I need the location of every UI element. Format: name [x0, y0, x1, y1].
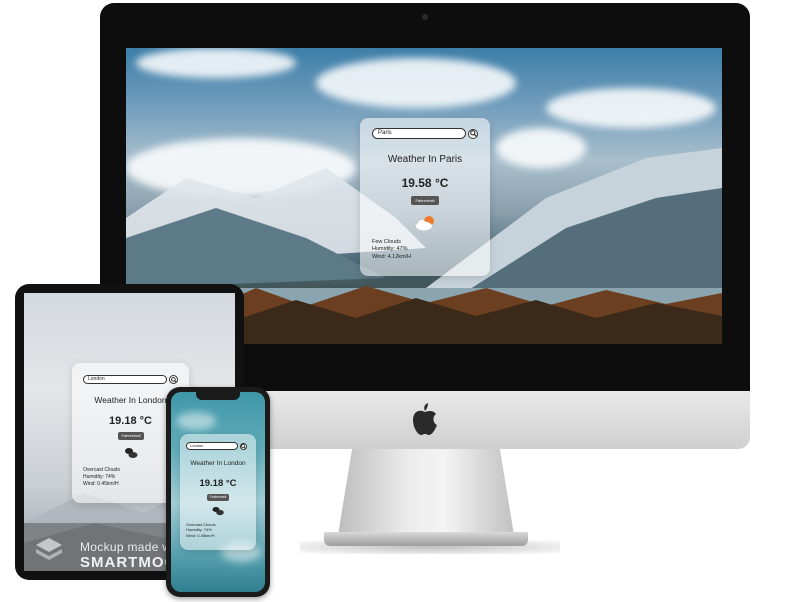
- city-search-input[interactable]: London: [83, 375, 167, 384]
- weather-card: London Weather In London 19.18 °C Fahren…: [180, 434, 256, 550]
- weather-description: Few Clouds: [372, 239, 402, 245]
- fahrenheit-button[interactable]: Fahrenheit: [411, 196, 439, 205]
- search-icon: [469, 130, 477, 137]
- temperature-value: 19.18 °C: [199, 478, 237, 489]
- search-icon: [170, 376, 177, 383]
- weather-card: Paris Weather In Paris 19.58 °C Fahrenhe…: [360, 118, 490, 276]
- search-button[interactable]: [169, 375, 178, 384]
- humidity-text: Humidity: 74%: [186, 527, 212, 533]
- search-button[interactable]: [468, 128, 478, 139]
- weather-title: Weather In London: [190, 460, 246, 467]
- weather-details: Overcast Clouds Humidity: 74% Wind: 0.45…: [83, 467, 120, 487]
- imac-foot: [324, 532, 528, 546]
- weather-details: Few Clouds Humidity: 47% Wind: 4.12km/H: [372, 239, 411, 261]
- apple-logo-icon: [413, 403, 437, 435]
- partly-cloudy-icon: [416, 216, 434, 231]
- imac-stand: [338, 449, 514, 535]
- weather-title: Weather In Paris: [387, 154, 463, 165]
- city-search-input[interactable]: London: [186, 442, 238, 450]
- humidity-text: Humidity: 47%: [372, 246, 408, 253]
- humidity-text: Humidity: 74%: [83, 473, 116, 480]
- wind-text: Wind: 0.45km/H: [186, 532, 215, 538]
- wind-text: Wind: 4.12km/H: [372, 253, 412, 260]
- overcast-clouds-icon: [125, 448, 138, 458]
- weather-description: Overcast Clouds: [83, 467, 120, 473]
- wind-text: Wind: 0.45km/H: [83, 480, 119, 487]
- weather-details: Overcast Clouds Humidity: 74% Wind: 0.45…: [186, 522, 216, 538]
- city-search-input[interactable]: Paris: [372, 128, 466, 139]
- phone-screen: London Weather In London 19.18 °C Fahren…: [171, 392, 265, 592]
- search-icon: [241, 443, 246, 449]
- fahrenheit-button[interactable]: Fahrenheit: [207, 494, 229, 501]
- camera-icon: [422, 14, 428, 20]
- smartmockups-logo-icon: [36, 538, 62, 560]
- overcast-clouds-icon: [212, 507, 224, 516]
- cloud-shape: [176, 412, 216, 430]
- search-button[interactable]: [240, 442, 247, 450]
- fahrenheit-button[interactable]: Fahrenheit: [118, 432, 144, 440]
- phone-notch: [196, 392, 240, 400]
- temperature-value: 19.58 °C: [401, 176, 449, 190]
